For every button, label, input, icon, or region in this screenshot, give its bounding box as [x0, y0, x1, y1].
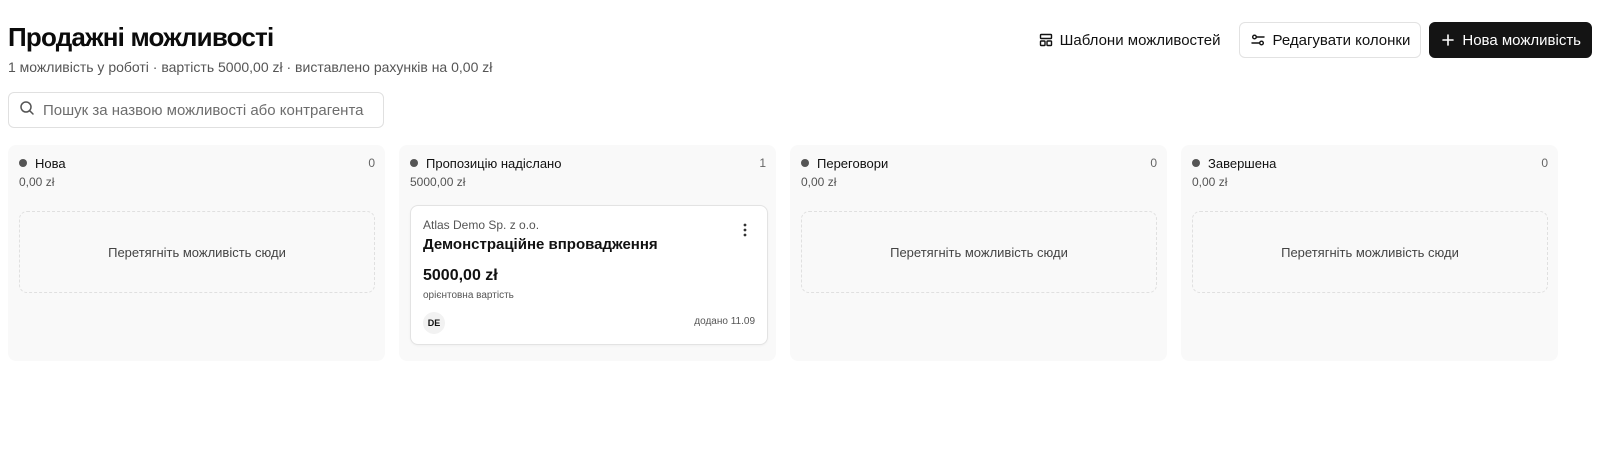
opportunity-card[interactable]: Atlas Demo Sp. z o.o. Демонстраційне впр… — [410, 205, 768, 345]
search-input[interactable] — [43, 101, 373, 119]
column-name: Пропозицію надіслано — [426, 155, 562, 171]
column-header: Нова 0 — [19, 155, 375, 171]
column-count: 0 — [1150, 156, 1157, 170]
dropzone[interactable]: Перетягніть можливість сюди — [1192, 211, 1548, 293]
dropzone[interactable]: Перетягніть можливість сюди — [19, 211, 375, 293]
card-title: Демонстраційне впровадження — [423, 236, 658, 253]
search-box[interactable] — [8, 92, 384, 128]
edit-columns-button[interactable]: Редагувати колонки — [1239, 22, 1422, 58]
header-actions: Шаблони можливостей Редагувати колонки Н… — [1027, 22, 1592, 58]
column-completed: Завершена 0 0,00 zł Перетягніть можливіс… — [1181, 145, 1558, 361]
card-value-label: орієнтовна вартість — [423, 290, 514, 301]
column-header: Завершена 0 — [1192, 155, 1548, 171]
templates-button-label: Шаблони можливостей — [1059, 31, 1221, 49]
template-icon — [1038, 32, 1054, 48]
column-name: Нова — [35, 155, 66, 171]
column-sum: 0,00 zł — [19, 175, 55, 189]
settings-sliders-icon — [1250, 32, 1266, 48]
column-negotiations: Переговори 0 0,00 zł Перетягніть можливі… — [790, 145, 1167, 361]
status-dot — [1192, 159, 1200, 167]
column-name: Завершена — [1208, 155, 1277, 171]
column-header: Переговори 0 — [801, 155, 1157, 171]
column-count: 0 — [1541, 156, 1548, 170]
templates-button[interactable]: Шаблони можливостей — [1027, 22, 1232, 58]
plus-icon — [1440, 32, 1456, 48]
status-dot — [801, 159, 809, 167]
column-sum: 0,00 zł — [1192, 175, 1228, 189]
more-vertical-icon[interactable] — [737, 222, 753, 238]
edit-columns-button-label: Редагувати колонки — [1272, 31, 1411, 49]
column-count: 1 — [759, 156, 766, 170]
card-company: Atlas Demo Sp. z o.o. — [423, 218, 540, 232]
card-added-date: додано 11.09 — [694, 316, 755, 327]
avatar: DE — [423, 312, 445, 334]
status-dot — [19, 159, 27, 167]
page-title: Продажні можливості — [8, 22, 274, 52]
dropzone[interactable]: Перетягніть можливість сюди — [801, 211, 1157, 293]
column-name: Переговори — [817, 155, 889, 171]
kanban-board: Нова 0 0,00 zł Перетягніть можливість сю… — [8, 145, 1558, 361]
column-sum: 0,00 zł — [801, 175, 837, 189]
column-header: Пропозицію надіслано 1 — [410, 155, 766, 171]
search-icon — [19, 100, 35, 121]
card-value: 5000,00 zł — [423, 267, 498, 284]
page-subtitle: 1 можливість у роботі · вартість 5000,00… — [8, 59, 493, 75]
column-proposal-sent: Пропозицію надіслано 1 5000,00 zł Atlas … — [399, 145, 776, 361]
new-opportunity-button-label: Нова можливість — [1462, 31, 1581, 49]
new-opportunity-button[interactable]: Нова можливість — [1429, 22, 1592, 58]
status-dot — [410, 159, 418, 167]
column-new: Нова 0 0,00 zł Перетягніть можливість сю… — [8, 145, 385, 361]
column-sum: 5000,00 zł — [410, 175, 466, 189]
page-header: Продажні можливості 1 можливість у робот… — [8, 20, 1592, 80]
column-count: 0 — [368, 156, 375, 170]
